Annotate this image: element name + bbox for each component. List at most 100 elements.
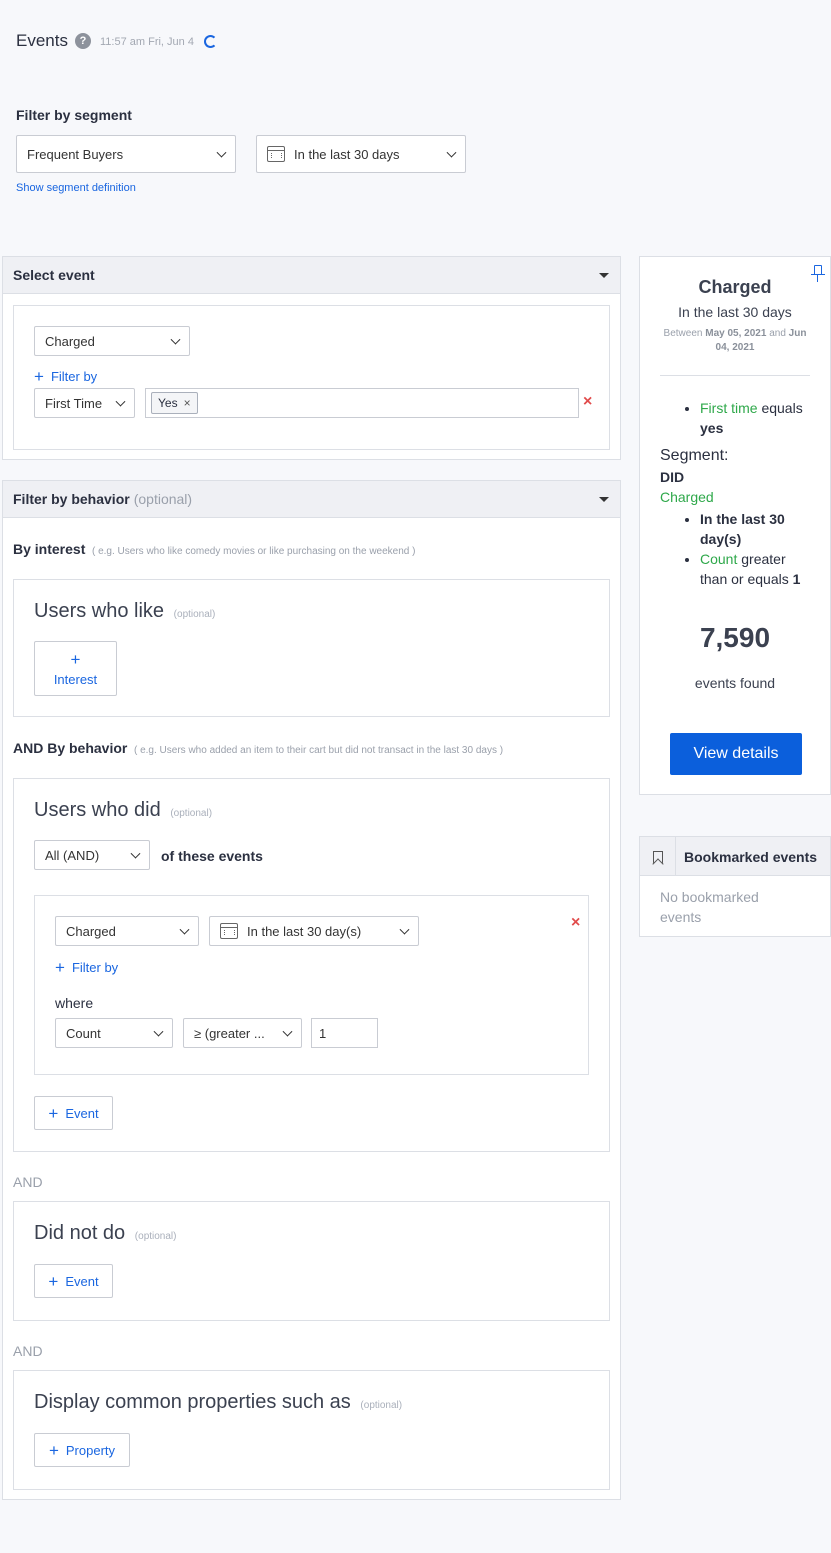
chevron-down-icon [399,924,410,935]
users-who-did-box: Users who did (optional) All (AND) of th… [13,778,610,1152]
caret-down-icon [599,497,609,502]
did-event-value: Charged [66,923,116,939]
select-event-title: Select event [13,267,95,283]
optional-label: (optional) [170,808,213,819]
filter-by-link[interactable]: + Filter by [55,959,118,976]
filter-value-tag-label: Yes [158,396,178,410]
bookmark-icon [640,837,676,876]
and-by-behavior-hint: ( e.g. Users who added an item to their … [133,745,504,756]
and-label: AND [13,1343,43,1359]
filter-val: yes [700,420,724,436]
add-event-button[interactable]: + Event [34,1264,113,1298]
bookmarked-events-panel: Bookmarked events No bookmarked events [639,836,831,937]
filter-by-behavior-panel: Filter by behavior (optional) By interes… [2,480,621,1500]
select-event-box: Charged + Filter by First Time Yes × × [13,305,610,450]
events-found-label: events found [694,675,776,691]
where-operator-select[interactable]: ≥ (greater ... [183,1018,302,1048]
plus-icon: + [48,1103,59,1123]
optional-label: (optional) [173,609,216,620]
filter-value-input[interactable]: Yes × [145,388,579,418]
match-mode-select[interactable]: All (AND) [34,840,150,870]
start-date: May 05, 2021 [705,328,767,339]
where-metric-value: Count [66,1025,101,1041]
plus-icon: + [48,1440,59,1460]
did-event-select[interactable]: Charged [55,916,199,946]
summary-filter-item: First time equals yes [700,398,814,438]
segment-did: DID [660,469,685,485]
filter-property-select[interactable]: First Time [34,388,135,418]
filter-by-segment-label: Filter by segment [16,107,132,123]
date-range-select[interactable]: In the last 30 days [256,135,466,173]
filter-by-label: Filter by [71,960,119,975]
select-event-header[interactable]: Select event [3,257,620,294]
match-mode-value: All (AND) [45,847,100,863]
did-event-condition-box: Charged In the last 30 day(s) × + Filter… [34,895,589,1075]
plus-icon: + [55,958,65,977]
show-segment-definition-link[interactable]: Show segment definition [16,182,136,194]
add-interest-button[interactable]: + Interest [34,641,117,696]
chevron-down-icon [130,848,141,859]
remove-filter-icon[interactable]: × [583,393,592,411]
add-property-button[interactable]: + Property [34,1433,130,1467]
did-not-do-box: Did not do (optional) + Event [13,1201,610,1321]
filter-by-link[interactable]: + Filter by [34,368,97,385]
where-operator-value: ≥ (greater ... [194,1025,265,1041]
summary-filter-list: First time equals yes [682,398,814,438]
segment-event: Charged [660,489,714,505]
between-prefix: Between [663,328,703,339]
optional-label: (optional) [360,1400,403,1411]
did-date-select[interactable]: In the last 30 day(s) [209,916,419,946]
display-common-heading: Display common properties such as (optio… [34,1391,402,1414]
segment-select[interactable]: Frequent Buyers [16,135,236,173]
date-range-value: In the last 30 days [294,146,400,162]
and-label: AND [13,1174,43,1190]
add-interest-label: Interest [53,671,98,687]
users-who-did-title: Users who did [34,799,161,821]
select-event-panel: Select event Charged + Filter by First T… [2,256,621,460]
did-not-do-title: Did not do [34,1222,126,1244]
chevron-down-icon [115,396,126,407]
chevron-down-icon [153,1026,164,1037]
did-date-value: In the last 30 day(s) [247,923,362,939]
users-who-like-title: Users who like [34,600,165,622]
view-details-button[interactable]: View details [670,733,802,775]
add-event-button[interactable]: + Event [34,1096,113,1130]
where-label: where [55,995,94,1011]
chevron-down-icon [170,334,181,345]
optional-label: (optional) [133,491,193,507]
where-metric-select[interactable]: Count [55,1018,173,1048]
filter-prop: First time [700,400,758,416]
summary-card: Charged In the last 30 days Between May … [639,256,831,795]
refresh-icon[interactable] [204,35,217,48]
summary-event-name: Charged [698,277,772,297]
display-common-box: Display common properties such as (optio… [13,1370,610,1490]
chevron-down-icon [179,924,190,935]
display-common-title: Display common properties such as [34,1391,351,1413]
timestamp: 11:57 am Fri, Jun 4 [100,36,194,48]
event-select-value: Charged [45,333,95,349]
segment-condition-item: Count greater than or equals 1 [700,549,816,589]
between-and: and [769,328,786,339]
chevron-down-icon [446,147,457,158]
and-by-behavior-heading: AND By behavior ( e.g. Users who added a… [13,740,503,756]
segment-label: Segment: [660,447,729,464]
calendar-icon [267,146,285,162]
by-interest-heading: By interest ( e.g. Users who like comedy… [13,541,415,557]
bookmarked-events-title: Bookmarked events [684,849,818,865]
filter-value-tag: Yes × [151,392,198,414]
bookmarked-events-empty: No bookmarked events [660,889,759,925]
plus-icon: + [48,1271,59,1291]
help-icon[interactable]: ? [75,33,91,49]
filter-by-behavior-header[interactable]: Filter by behavior (optional) [3,481,620,518]
remove-condition-icon[interactable]: × [571,914,580,932]
event-select[interactable]: Charged [34,326,190,356]
by-interest-label: By interest [13,541,86,557]
plus-icon: + [34,367,44,386]
where-value-input[interactable] [311,1018,378,1048]
summary-divider [660,375,810,376]
page-title: Events [16,31,68,50]
filter-property-value: First Time [45,395,103,411]
cond2-prop: Count [700,551,738,567]
chevron-down-icon [216,147,227,158]
remove-tag-icon[interactable]: × [184,396,191,410]
